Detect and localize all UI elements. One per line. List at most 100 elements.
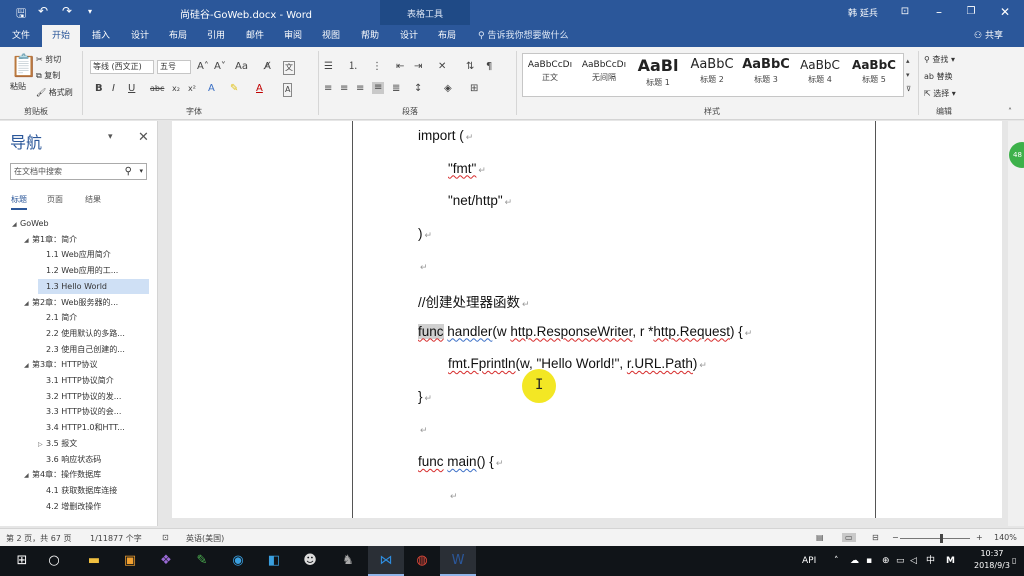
app-icon[interactable]: ◉ <box>220 546 256 576</box>
nav-heading-item[interactable]: ▷ 3.5 报文 <box>38 436 150 451</box>
replace-button[interactable]: ab 替换 <box>924 71 953 82</box>
align-center-icon[interactable]: ≡ <box>340 83 348 95</box>
search-icon[interactable]: ⚲ <box>125 164 132 179</box>
nav-heading-item[interactable]: 2.2 使用默认的多路... <box>38 326 150 341</box>
find-button[interactable]: ⚲ 查找 ▾ <box>924 54 955 65</box>
paste-button[interactable]: 粘贴 <box>10 81 26 92</box>
code-line[interactable]: "net/http" ↵ <box>448 193 512 208</box>
windows-start-icon[interactable]: ⊞ <box>4 546 40 576</box>
enclose-char-icon[interactable]: A <box>283 83 293 97</box>
close-button[interactable]: ✕ <box>990 2 1020 22</box>
tab-layout[interactable]: 布局 <box>162 25 194 47</box>
customize-icon[interactable]: ▾ <box>88 7 92 16</box>
search-dropdown-icon[interactable]: ▾ <box>139 164 143 179</box>
tab-view[interactable]: 视图 <box>314 25 348 47</box>
app-icon[interactable]: ❖ <box>148 546 184 576</box>
file-explorer-icon[interactable]: ▬ <box>76 546 112 576</box>
print-layout-icon[interactable]: ▭ <box>842 533 856 542</box>
align-left-icon[interactable]: ≡ <box>324 83 332 95</box>
nav-tab-results[interactable]: 结果 <box>85 194 101 205</box>
show-marks-icon[interactable]: ¶ <box>486 61 492 73</box>
underline-button[interactable]: U <box>128 83 135 95</box>
grow-font-icon[interactable]: A˄ <box>197 61 209 73</box>
tray-app-icon[interactable]: ⊕ <box>882 546 890 576</box>
code-line[interactable]: ↵ <box>448 487 458 502</box>
align-right-icon[interactable]: ≡ <box>356 83 364 95</box>
decrease-indent-icon[interactable]: ⇤ <box>396 61 404 73</box>
ime-mode-indicator[interactable]: M <box>946 546 955 576</box>
tab-table-layout[interactable]: 布局 <box>430 25 464 47</box>
sort-icon[interactable]: ⇅ <box>466 61 474 73</box>
word-count[interactable]: 1/11877 个字 <box>90 533 142 544</box>
borders-icon[interactable]: ⊞ <box>470 83 478 95</box>
page-count[interactable]: 第 2 页，共 67 页 <box>6 533 71 544</box>
restore-button[interactable]: ❐ <box>956 2 986 22</box>
gallery-up-icon[interactable]: ▴ <box>906 55 910 67</box>
zoom-slider-thumb[interactable] <box>940 534 943 543</box>
zoom-out-button[interactable]: − <box>892 533 899 542</box>
nav-heading-item[interactable]: ◢ GoWeb <box>12 216 150 231</box>
code-line[interactable]: import (↵ <box>418 128 473 143</box>
italic-button[interactable]: I <box>112 83 115 95</box>
redo-icon[interactable]: ↷ <box>62 4 72 18</box>
select-button[interactable]: ⇱ 选择 ▾ <box>924 88 956 99</box>
code-line[interactable]: ) ↵ <box>418 226 432 241</box>
zoom-in-button[interactable]: + <box>976 533 983 542</box>
nav-heading-item[interactable]: 3.6 响应状态码 <box>38 452 150 467</box>
distributed-icon[interactable]: ≣ <box>392 83 400 95</box>
zoom-slider[interactable] <box>900 538 970 539</box>
nav-heading-item[interactable]: ◢ 第2章：Web服务器的... <box>24 295 150 310</box>
paste-icon[interactable]: 📋 <box>10 55 37 79</box>
increase-indent-icon[interactable]: ⇥ <box>414 61 422 73</box>
nav-heading-item[interactable]: 1.2 Web应用的工... <box>38 263 150 278</box>
code-line[interactable]: //创建处理器函数 ↵ <box>418 291 530 311</box>
nav-heading-item[interactable]: 4.1 获取数据库连接 <box>38 483 150 498</box>
word-icon[interactable]: W <box>440 546 476 576</box>
user-name[interactable]: 韩 延兵 <box>848 6 878 19</box>
tray-api[interactable]: API <box>802 546 816 576</box>
tray-chevron-icon[interactable]: ˄ <box>834 546 839 576</box>
vertical-scrollbar[interactable] <box>1008 121 1024 526</box>
justify-icon[interactable]: ≡ <box>372 82 385 94</box>
vscode-icon[interactable]: ⋈ <box>368 546 404 576</box>
tab-help[interactable]: 帮助 <box>352 25 388 47</box>
tray-app-icon[interactable]: ▪ <box>866 546 872 576</box>
clear-formatting-icon[interactable]: A̸ <box>264 61 271 73</box>
notifications-icon[interactable]: ▯ <box>1012 546 1016 576</box>
clock[interactable]: 10:37 2018/9/3 <box>970 548 1014 572</box>
font-size-combo[interactable]: 五号 <box>157 60 191 74</box>
app-icon[interactable]: ☻ <box>292 546 328 576</box>
expanded-triangle-icon[interactable]: ◢ <box>24 296 32 311</box>
code-line[interactable]: fmt.Fprintln(w, "Hello World!", r.URL.Pa… <box>448 356 707 371</box>
shrink-font-icon[interactable]: A˅ <box>214 61 226 73</box>
style-heading-2[interactable]: AaBbC 标题 2 <box>685 54 739 96</box>
font-name-combo[interactable]: 等线 (西文正) <box>90 60 154 74</box>
style-heading-4[interactable]: AaBbC 标题 4 <box>793 54 847 96</box>
collapsed-triangle-icon[interactable]: ▷ <box>38 437 46 452</box>
nav-heading-item[interactable]: 1.1 Web应用简介 <box>38 247 150 262</box>
nav-heading-selected[interactable]: 1.3 Hello World <box>38 278 149 294</box>
zoom-level[interactable]: 140% <box>994 533 1017 542</box>
code-line[interactable]: ↵ <box>418 421 428 436</box>
undo-icon[interactable]: ↶ <box>38 4 48 18</box>
nav-options-icon[interactable]: ▾ <box>108 132 113 142</box>
expanded-triangle-icon[interactable]: ◢ <box>24 233 32 248</box>
highlight-icon[interactable]: ✎ <box>230 83 238 95</box>
tab-mailings[interactable]: 邮件 <box>238 25 272 47</box>
search-icon[interactable]: ○ <box>36 546 72 576</box>
chrome-icon[interactable]: ◍ <box>404 546 440 576</box>
nav-heading-item[interactable]: 4.2 增删改操作 <box>38 499 150 514</box>
strikethrough-button[interactable]: abc <box>150 83 164 95</box>
document-page[interactable] <box>172 121 1002 518</box>
nav-heading-item[interactable]: 3.1 HTTP协议简介 <box>38 373 150 388</box>
code-line[interactable]: func handler(w http.ResponseWriter, r *h… <box>418 323 752 339</box>
chinese-layout-icon[interactable]: ✕ <box>438 61 446 73</box>
share-button[interactable]: ⚇ 共享 <box>974 25 1003 47</box>
tab-review[interactable]: 审阅 <box>276 25 310 47</box>
style-normal[interactable]: AaBbCcDı 正文 <box>523 54 577 96</box>
styles-gallery[interactable]: AaBbCcDı 正文 AaBbCcDı 无间隔 AaBl 标题 1 AaBbC 标题 … <box>522 53 904 97</box>
text-effects-icon[interactable]: A <box>208 83 215 95</box>
ime-indicator[interactable]: 中 <box>926 546 935 576</box>
network-icon[interactable]: ▭ <box>896 546 905 576</box>
app-icon[interactable]: ▣ <box>112 546 148 576</box>
